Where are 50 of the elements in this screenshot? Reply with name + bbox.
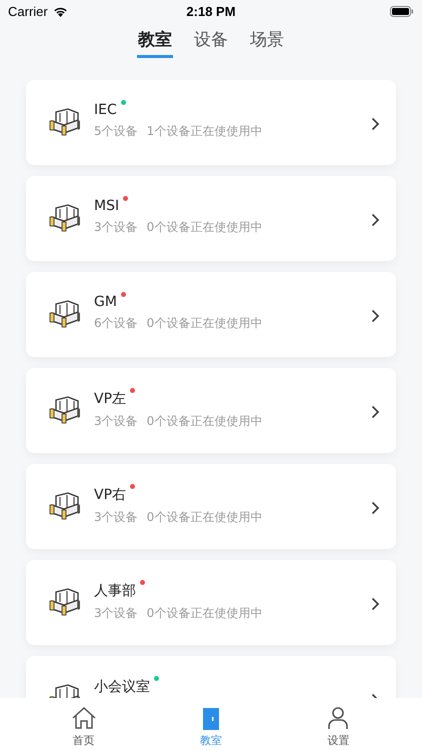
room-name: VP右 [94,486,126,504]
chevron-right-icon [371,309,380,323]
chevron-right-icon [371,213,380,227]
in-use-count: 0个设备正在使使用中 [146,219,262,236]
in-use-count: 0个设备正在使使用中 [146,509,262,526]
room-name: 人事部 [94,582,136,600]
room-card[interactable]: 人事部 3个设备 0个设备正在使使用中 [26,560,396,645]
wifi-icon [52,6,68,16]
sofa-icon [48,588,82,616]
in-use-count: 0个设备正在使使用中 [146,413,262,430]
chevron-right-icon [371,117,380,131]
sofa-icon [48,108,82,136]
tab[interactable]: 教室 [137,24,173,58]
sofa-icon [48,300,82,328]
door-icon [202,708,219,730]
device-count: 3个设备 [94,413,138,430]
room-name: GM [94,294,117,310]
sofa-icon [48,204,82,232]
device-count: 3个设备 [94,509,138,526]
device-count: 3个设备 [94,605,138,622]
device-count: 6个设备 [94,315,138,332]
room-card[interactable]: VP左 3个设备 0个设备正在使使用中 [26,368,396,453]
device-count: 5个设备 [94,123,138,140]
in-use-count: 0个设备正在使使用中 [146,315,262,332]
tab[interactable]: 设备 [193,24,229,58]
room-name: MSI [94,198,120,214]
battery-icon [390,6,414,16]
user-icon [327,706,350,730]
carrier-label: Carrier [8,4,48,18]
chevron-right-icon [371,501,380,515]
tab-bar-item[interactable]: 首页 [54,698,114,750]
tab[interactable]: 场景 [249,24,285,58]
tab-bar-item[interactable]: 设置 [308,698,368,750]
in-use-count: 0个设备正在使使用中 [146,605,262,622]
home-icon [70,706,97,730]
clock-time: 2:18 PM [186,4,236,18]
room-card[interactable]: IEC 5个设备 1个设备正在使使用中 [26,80,396,165]
sofa-icon [48,492,82,520]
chevron-right-icon [371,405,380,419]
room-name: VP左 [94,390,126,408]
chevron-right-icon [371,597,380,611]
room-card[interactable]: VP右 3个设备 0个设备正在使使用中 [26,464,396,549]
room-name: IEC [94,102,117,118]
in-use-count: 1个设备正在使使用中 [146,123,262,140]
room-name: 小会议室 [94,678,150,696]
sofa-icon [48,396,82,424]
device-count: 3个设备 [94,219,138,236]
room-card[interactable]: 小会议室 [26,656,396,698]
room-card[interactable]: GM 6个设备 0个设备正在使使用中 [26,272,396,357]
room-card[interactable]: MSI 3个设备 0个设备正在使使用中 [26,176,396,261]
